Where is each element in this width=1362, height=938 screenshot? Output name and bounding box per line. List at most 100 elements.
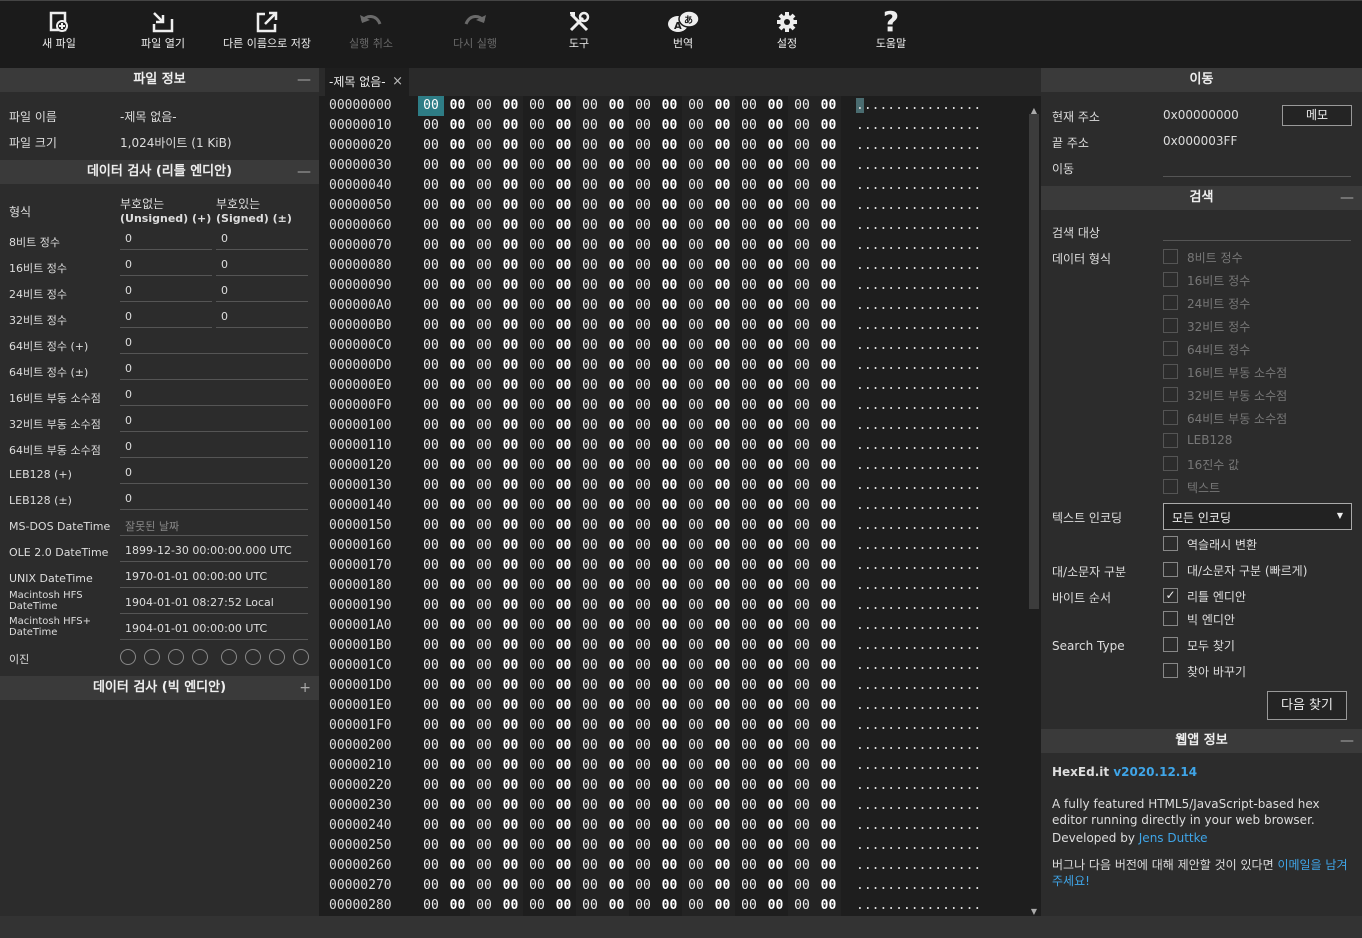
hex-byte[interactable]: 00 [736, 456, 762, 476]
hex-byte[interactable]: 00 [710, 316, 736, 336]
hex-byte[interactable]: 00 [498, 376, 524, 396]
hex-byte[interactable]: 00 [524, 276, 550, 296]
hex-byte[interactable]: 00 [683, 236, 709, 256]
vertical-scrollbar[interactable]: ▲ ▼ [1027, 106, 1041, 916]
hex-byte[interactable]: 00 [604, 576, 630, 596]
hex-byte[interactable]: 00 [763, 196, 789, 216]
hex-byte[interactable]: 00 [657, 136, 683, 156]
hex-byte[interactable]: 00 [524, 316, 550, 336]
hex-byte[interactable]: 00 [763, 96, 789, 116]
hex-byte[interactable]: 00 [763, 836, 789, 856]
hex-byte[interactable]: 00 [630, 716, 656, 736]
hex-byte[interactable]: 00 [710, 776, 736, 796]
ascii-column[interactable]: ................ [856, 296, 981, 316]
hex-byte[interactable]: 00 [498, 216, 524, 236]
hex-byte[interactable]: 00 [551, 896, 577, 916]
hex-byte[interactable]: 00 [577, 456, 603, 476]
ascii-column[interactable]: ................ [856, 856, 981, 876]
hex-byte[interactable]: 00 [471, 156, 497, 176]
hex-byte[interactable]: 00 [789, 136, 815, 156]
hex-byte[interactable]: 00 [498, 296, 524, 316]
hex-byte[interactable]: 00 [577, 836, 603, 856]
hex-byte[interactable]: 00 [763, 256, 789, 276]
hex-byte[interactable]: 00 [736, 636, 762, 656]
hex-byte[interactable]: 00 [551, 456, 577, 476]
hex-byte[interactable]: 00 [604, 696, 630, 716]
hex-byte[interactable]: 00 [524, 116, 550, 136]
hex-byte[interactable]: 00 [498, 496, 524, 516]
ascii-column[interactable]: ................ [856, 176, 981, 196]
hex-byte[interactable]: 00 [630, 756, 656, 776]
hex-byte[interactable]: 00 [498, 656, 524, 676]
hex-byte[interactable]: 00 [498, 836, 524, 856]
hex-byte[interactable]: 00 [498, 896, 524, 916]
hex-byte[interactable]: 00 [445, 496, 471, 516]
hex-byte[interactable]: 00 [604, 276, 630, 296]
hex-byte[interactable]: 00 [657, 876, 683, 896]
hex-byte[interactable]: 00 [524, 816, 550, 836]
hex-byte[interactable]: 00 [524, 356, 550, 376]
hex-byte[interactable]: 00 [683, 456, 709, 476]
hex-byte[interactable]: 00 [763, 496, 789, 516]
hex-byte[interactable]: 00 [471, 736, 497, 756]
hex-byte[interactable]: 00 [551, 856, 577, 876]
hex-byte[interactable]: 00 [604, 456, 630, 476]
hex-byte[interactable]: 00 [736, 276, 762, 296]
hex-byte[interactable]: 00 [736, 736, 762, 756]
hex-byte[interactable]: 00 [736, 676, 762, 696]
hex-byte[interactable]: 00 [445, 876, 471, 896]
hex-byte[interactable]: 00 [418, 396, 444, 416]
hex-byte[interactable]: 00 [630, 256, 656, 276]
new-file-button[interactable]: 새 파일 [9, 7, 109, 65]
hex-byte[interactable]: 00 [816, 216, 842, 236]
hex-byte[interactable]: 00 [471, 656, 497, 676]
bit-radio[interactable] [120, 649, 136, 665]
hex-byte[interactable]: 00 [789, 396, 815, 416]
hex-byte[interactable]: 00 [657, 536, 683, 556]
collapse-toggle[interactable]: — [297, 160, 311, 184]
ascii-column[interactable]: ................ [856, 396, 981, 416]
hex-byte[interactable]: 00 [630, 616, 656, 636]
hex-byte[interactable]: 00 [551, 536, 577, 556]
hex-byte[interactable]: 00 [498, 116, 524, 136]
hex-byte[interactable]: 00 [657, 556, 683, 576]
hex-byte[interactable]: 00 [710, 176, 736, 196]
hex-byte[interactable]: 00 [445, 736, 471, 756]
hex-byte[interactable]: 00 [736, 256, 762, 276]
hex-byte[interactable]: 00 [763, 476, 789, 496]
hex-byte[interactable]: 00 [736, 116, 762, 136]
hex-byte[interactable]: 00 [551, 516, 577, 536]
hex-byte[interactable]: 00 [763, 736, 789, 756]
hex-byte[interactable]: 00 [816, 616, 842, 636]
hex-byte[interactable]: 00 [763, 296, 789, 316]
hex-byte[interactable]: 00 [551, 736, 577, 756]
ascii-column[interactable]: ................ [856, 736, 981, 756]
hex-byte[interactable]: 00 [657, 456, 683, 476]
help-button[interactable]: ? 도움말 [841, 7, 941, 65]
hex-byte[interactable]: 00 [524, 756, 550, 776]
hex-byte[interactable]: 00 [445, 116, 471, 136]
hex-byte[interactable]: 00 [445, 556, 471, 576]
tab-untitled[interactable]: -제목 없음- × [325, 68, 409, 96]
hex-byte[interactable]: 00 [471, 136, 497, 156]
hex-byte[interactable]: 00 [736, 176, 762, 196]
hex-byte[interactable]: 00 [418, 316, 444, 336]
hex-byte[interactable]: 00 [789, 656, 815, 676]
hex-byte[interactable]: 00 [789, 676, 815, 696]
webapp-header[interactable]: 웹앱 정보 — [1041, 729, 1362, 753]
hex-byte[interactable]: 00 [604, 596, 630, 616]
hex-byte[interactable]: 00 [471, 516, 497, 536]
hex-byte[interactable]: 00 [683, 316, 709, 336]
hex-byte[interactable]: 00 [471, 616, 497, 636]
hex-byte[interactable]: 00 [498, 276, 524, 296]
hex-byte[interactable]: 00 [657, 576, 683, 596]
hex-byte[interactable]: 00 [789, 736, 815, 756]
hex-byte[interactable]: 00 [657, 656, 683, 676]
hex-byte[interactable]: 00 [524, 596, 550, 616]
hex-byte[interactable]: 00 [577, 636, 603, 656]
hex-byte[interactable]: 00 [445, 456, 471, 476]
hex-byte[interactable]: 00 [418, 336, 444, 356]
bit-radio[interactable] [269, 649, 285, 665]
hex-byte[interactable]: 00 [736, 856, 762, 876]
ascii-column[interactable]: ................ [856, 276, 981, 296]
